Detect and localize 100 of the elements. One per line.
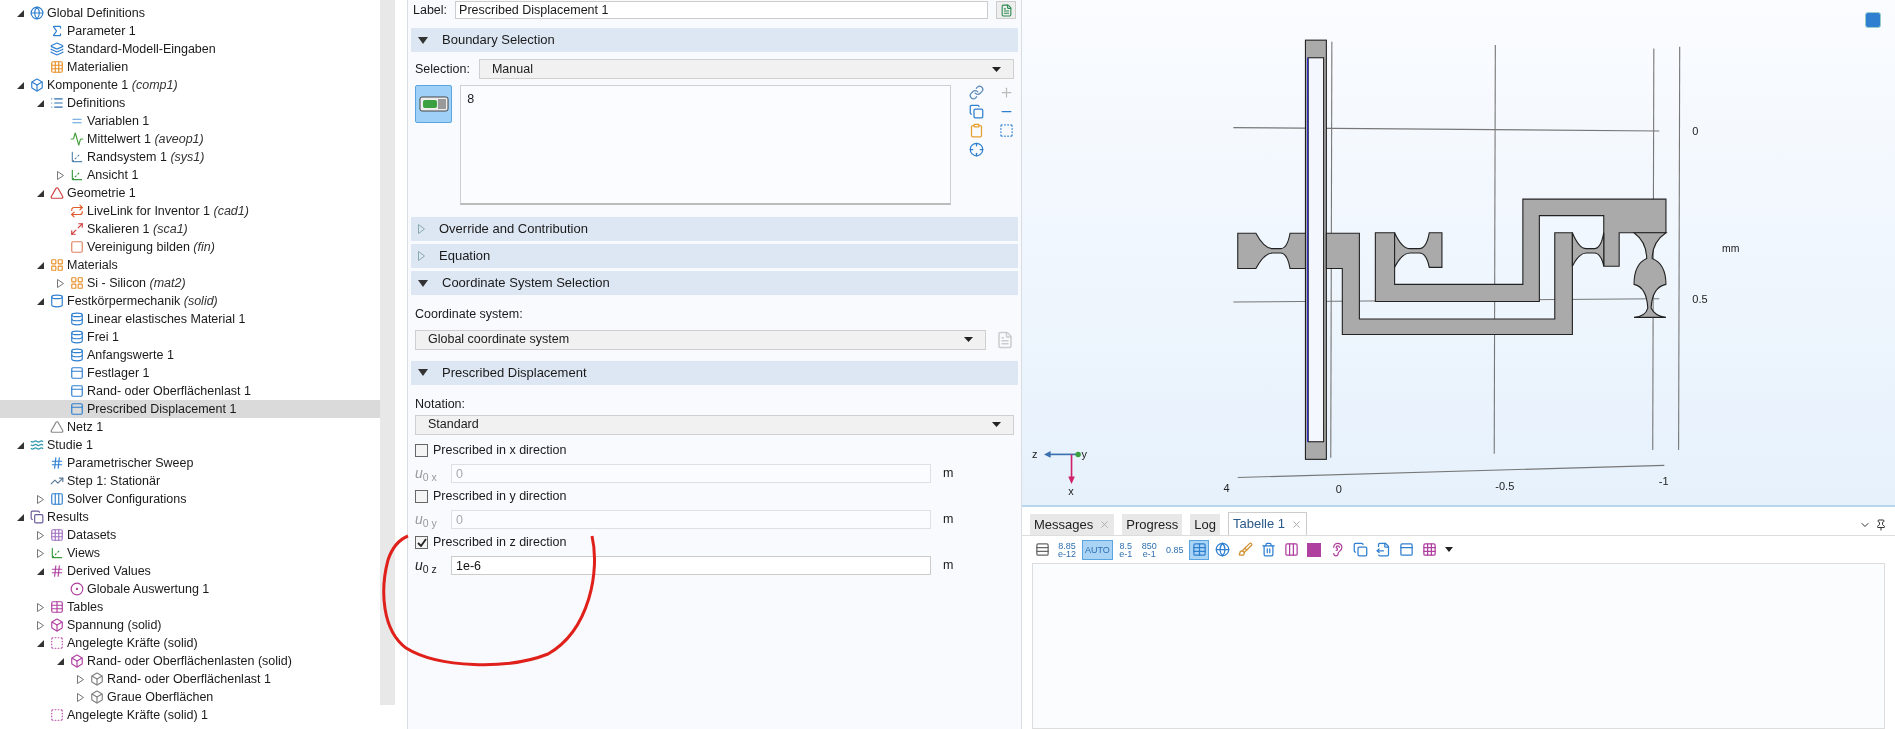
tree-item[interactable]: Festkörpermechanik (solid) bbox=[0, 292, 380, 310]
dropdown[interactable]: Global coordinate system bbox=[415, 329, 986, 350]
axis-tick-label: -1 bbox=[1658, 475, 1669, 488]
number-format-button[interactable]: AUTO bbox=[1082, 539, 1113, 560]
tree-item[interactable]: Angelegte Kräfte (solid) bbox=[0, 634, 380, 652]
collapsed-arrow-icon[interactable] bbox=[76, 692, 84, 702]
tree-item[interactable]: Randsystem 1 (sys1) bbox=[0, 148, 380, 166]
expanded-caret-icon[interactable] bbox=[418, 279, 428, 287]
label-button[interactable] bbox=[996, 1, 1016, 19]
dropdown[interactable]: Manual bbox=[478, 59, 1014, 79]
expanded-arrow-icon[interactable] bbox=[36, 297, 44, 305]
toolbar-button[interactable] bbox=[1189, 539, 1210, 560]
section-header[interactable]: Boundary Selection bbox=[411, 28, 1018, 52]
scrollbar[interactable] bbox=[380, 0, 395, 705]
panel-tab[interactable]: Tabelle 1 bbox=[1228, 512, 1308, 535]
number-format-button[interactable]: 8.85 e-12 bbox=[1055, 539, 1079, 560]
collapsed-arrow-icon[interactable] bbox=[56, 170, 64, 180]
expanded-caret-icon[interactable] bbox=[418, 36, 428, 44]
expanded-arrow-icon[interactable] bbox=[36, 99, 44, 107]
tree-item[interactable]: Angelegte Kräfte (solid) 1 bbox=[0, 706, 380, 724]
section-header[interactable]: Override and Contribution bbox=[411, 217, 1018, 241]
dashed-square-icon[interactable] bbox=[999, 123, 1015, 138]
field-label: Selection: bbox=[415, 60, 470, 78]
pin-icon[interactable] bbox=[1875, 518, 1887, 531]
selection-list[interactable]: 8 bbox=[460, 85, 951, 205]
collapsed-arrow-icon[interactable] bbox=[76, 674, 84, 684]
tree-item[interactable]: Materialien bbox=[0, 58, 380, 76]
tree-item[interactable]: Spannung (solid) bbox=[0, 616, 380, 634]
expanded-arrow-icon[interactable] bbox=[36, 261, 44, 269]
collapsed-arrow-icon[interactable] bbox=[36, 494, 44, 504]
tree-item[interactable]: Anfangswerte 1 bbox=[0, 346, 380, 364]
tree-item[interactable]: Studie 1 bbox=[0, 436, 380, 454]
tree-item[interactable]: Global Definitions bbox=[0, 4, 380, 22]
tree-item[interactable]: Standard-Modell-Eingaben bbox=[0, 40, 380, 58]
copy-icon[interactable] bbox=[968, 104, 984, 119]
tree-item[interactable]: Prescribed Displacement 1 bbox=[0, 400, 380, 418]
collapsed-arrow-icon[interactable] bbox=[36, 602, 44, 612]
tree-item[interactable]: Si - Silicon (mat2) bbox=[0, 274, 380, 292]
section-header[interactable]: Coordinate System Selection bbox=[411, 271, 1018, 295]
tree-item[interactable]: Skalieren 1 (sca1) bbox=[0, 220, 380, 238]
expanded-arrow-icon[interactable] bbox=[16, 513, 24, 521]
list-item[interactable]: 8 bbox=[467, 90, 944, 109]
tree-item[interactable]: Geometrie 1 bbox=[0, 184, 380, 202]
tree-item[interactable]: Rand- oder Oberflächenlast 1 bbox=[0, 670, 380, 688]
active-toggle-button[interactable] bbox=[415, 85, 453, 123]
collapsed-arrow-icon[interactable] bbox=[56, 278, 64, 288]
tree-item[interactable]: Mittelwert 1 (aveop1) bbox=[0, 130, 380, 148]
tree-item[interactable]: Parameter 1 bbox=[0, 22, 380, 40]
dropdown[interactable]: Standard bbox=[415, 414, 1014, 435]
tree-item-label: Views bbox=[67, 545, 101, 562]
number-format-button[interactable]: 0.85 bbox=[1162, 539, 1187, 560]
tree-item[interactable]: Variablen 1 bbox=[0, 112, 380, 130]
expanded-arrow-icon[interactable] bbox=[36, 189, 44, 197]
tree-item[interactable]: Komponente 1 (comp1) bbox=[0, 76, 380, 94]
tree-item[interactable]: Results bbox=[0, 508, 380, 526]
tree-item[interactable]: Rand- oder Oberflächenlast 1 bbox=[0, 382, 380, 400]
expanded-arrow-icon[interactable] bbox=[36, 639, 44, 647]
wave-icon bbox=[30, 438, 44, 452]
panel-tab[interactable]: Log bbox=[1190, 514, 1220, 535]
tree-item[interactable]: Linear elastisches Material 1 bbox=[0, 310, 380, 328]
collapsed-arrow-icon[interactable] bbox=[36, 548, 44, 558]
panel-tab[interactable]: Progress bbox=[1122, 514, 1183, 535]
expanded-caret-icon[interactable] bbox=[418, 369, 428, 377]
link-icon[interactable] bbox=[968, 85, 984, 100]
expanded-arrow-icon[interactable] bbox=[16, 9, 24, 17]
checkbox[interactable] bbox=[415, 490, 428, 504]
tree-item[interactable]: Materials bbox=[0, 256, 380, 274]
tree-item[interactable]: Tables bbox=[0, 598, 380, 616]
number-format-button[interactable]: 8.5 e-1 bbox=[1115, 539, 1136, 560]
section-header[interactable]: Prescribed Displacement bbox=[411, 360, 1018, 385]
tree-item[interactable]: Ansicht 1 bbox=[0, 166, 380, 184]
tree-item[interactable]: Parametrischer Sweep bbox=[0, 454, 380, 472]
tree-item[interactable]: Views bbox=[0, 544, 380, 562]
input-field[interactable]: Prescribed Displacement 1 bbox=[455, 1, 988, 19]
tree-item[interactable]: Rand- oder Oberflächenlasten (solid) bbox=[0, 652, 380, 670]
tree-item[interactable]: Festlager 1 bbox=[0, 364, 380, 382]
tree-item[interactable]: Step 1: Stationär bbox=[0, 472, 380, 490]
expanded-arrow-icon[interactable] bbox=[36, 567, 44, 575]
tree-item[interactable]: Derived Values bbox=[0, 562, 380, 580]
tree-item[interactable]: Netz 1 bbox=[0, 418, 380, 436]
panel-tab[interactable]: Messages bbox=[1030, 514, 1115, 535]
section-header[interactable]: Equation bbox=[411, 244, 1018, 268]
tree-item[interactable]: Vereinigung bilden (fin) bbox=[0, 238, 380, 256]
crosshair-icon[interactable] bbox=[968, 142, 984, 157]
tree-item[interactable]: LiveLink for Inventor 1 (cad1) bbox=[0, 202, 380, 220]
number-format-button[interactable]: 850 e-1 bbox=[1138, 539, 1160, 560]
tree-item[interactable]: Globale Auswertung 1 bbox=[0, 580, 380, 598]
expanded-arrow-icon[interactable] bbox=[56, 657, 64, 665]
tree-item[interactable]: Datasets bbox=[0, 526, 380, 544]
tree-item[interactable]: Solver Configurations bbox=[0, 490, 380, 508]
checkbox[interactable] bbox=[415, 444, 428, 458]
checkbox[interactable] bbox=[415, 536, 428, 550]
collapsed-arrow-icon[interactable] bbox=[36, 620, 44, 630]
expanded-arrow-icon[interactable] bbox=[16, 81, 24, 89]
input-field[interactable]: 1e-6 bbox=[451, 556, 931, 576]
expanded-arrow-icon[interactable] bbox=[16, 441, 24, 449]
tree-item[interactable]: Frei 1 bbox=[0, 328, 380, 346]
collapsed-arrow-icon[interactable] bbox=[36, 530, 44, 540]
tree-item[interactable]: Graue Oberflächen bbox=[0, 688, 380, 706]
tree-item[interactable]: Definitions bbox=[0, 94, 380, 112]
